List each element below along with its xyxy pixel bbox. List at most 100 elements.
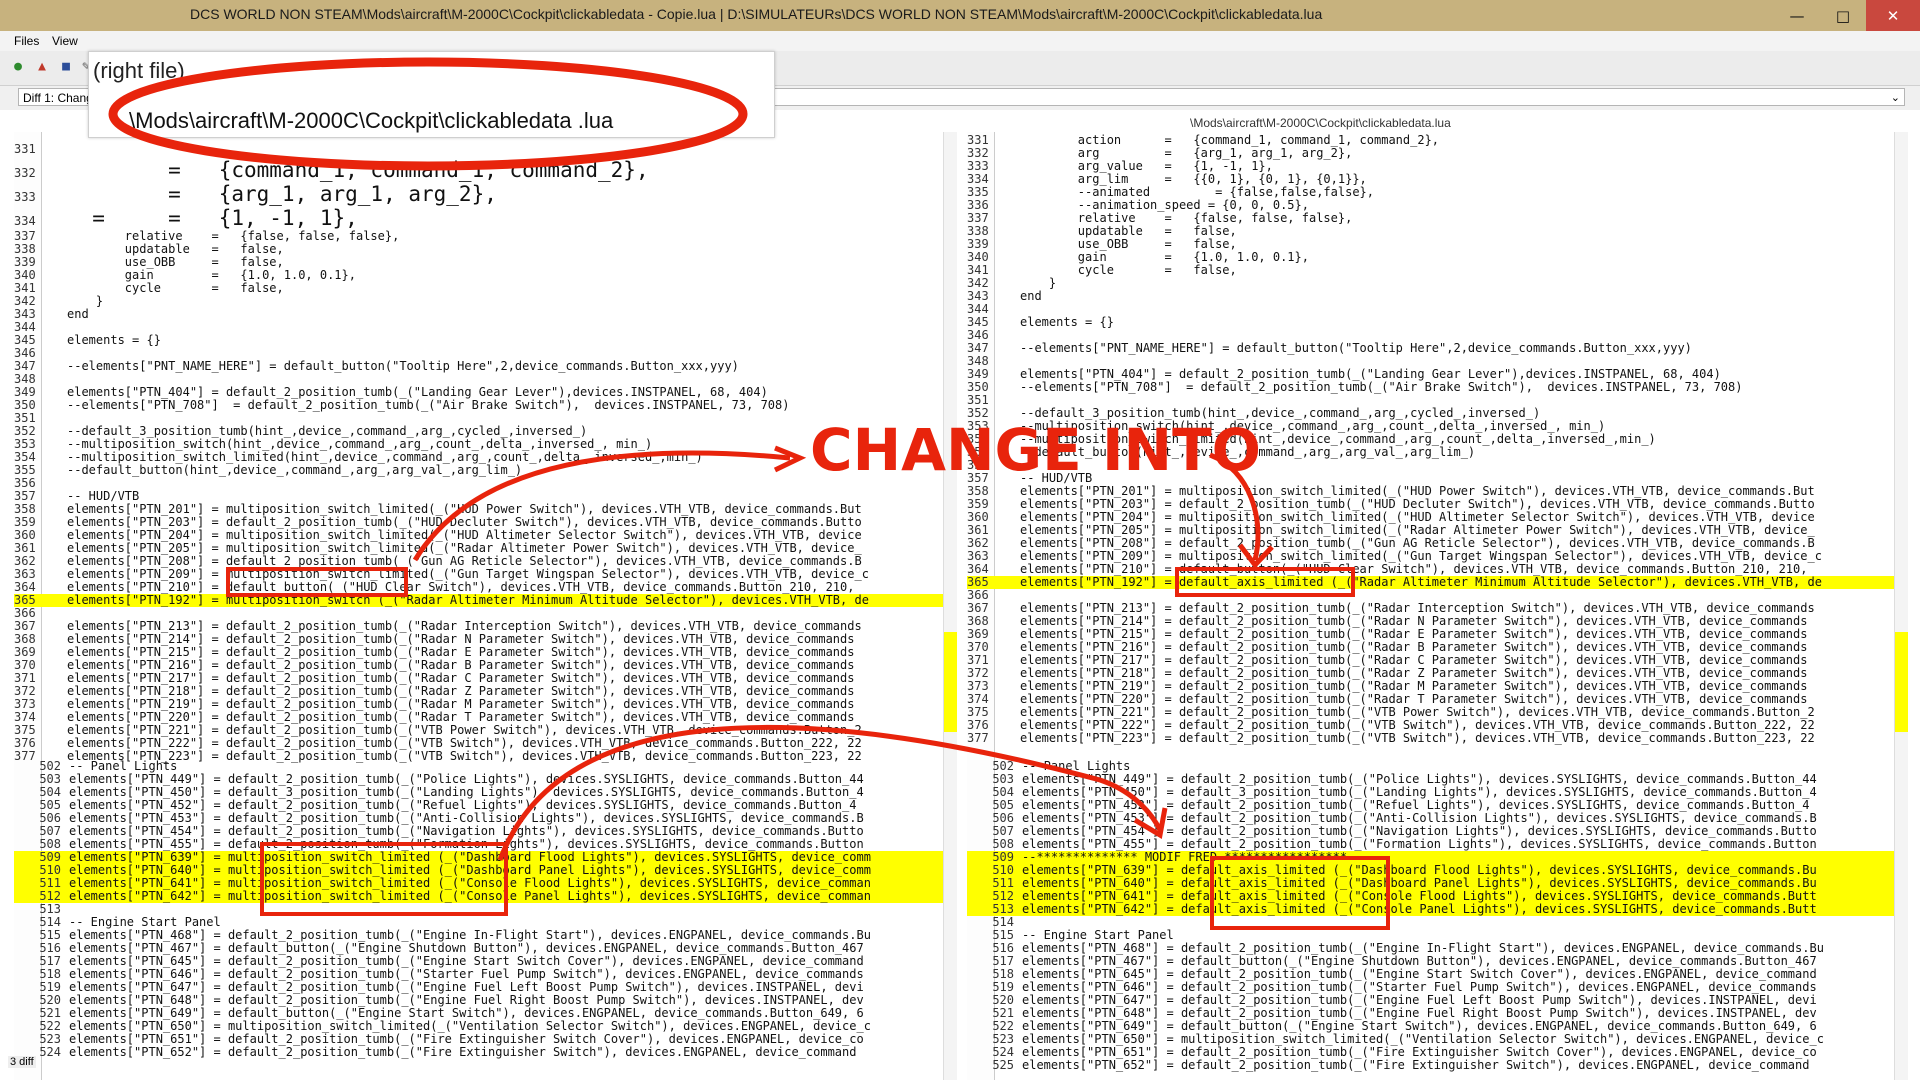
code-text: use_OBB = false, — [1020, 237, 1237, 251]
code-line[interactable]: 350 --elements["PTN_708"] = default_2_pos… — [967, 381, 1907, 394]
code-text: --elements["PNT_NAME_HERE"] = default_bu… — [67, 359, 739, 373]
code-text: -- Engine Start Panel — [1022, 928, 1174, 942]
code-line[interactable]: 334 = = {1, -1, 1}, — [14, 206, 954, 230]
right-editor-pane[interactable]: 331 action = {command_1, command_1, comm… — [967, 132, 1907, 1080]
code-line[interactable]: 345 elements = {} — [14, 334, 954, 347]
code-text: elements["PTN_450"] = default_3_position… — [1022, 785, 1817, 799]
diff-count-status: 3 diff — [8, 1056, 36, 1068]
code-text: --animated = {false,false,false}, — [1020, 185, 1375, 199]
code-text: elements["PTN_646"] = default_2_position… — [69, 967, 864, 981]
code-text: updatable = false, — [1020, 224, 1237, 238]
code-text: elements["PTN_213"] = default_2_position… — [67, 619, 862, 633]
code-text: elements["PTN_453"] = default_2_position… — [1022, 811, 1817, 825]
code-line[interactable]: 350 --elements["PTN_708"] = default_2_pos… — [14, 399, 954, 412]
code-text: elements["PTN_204"] = multiposition_swit… — [1020, 510, 1815, 524]
code-text: elements["PTN_467"] = default_button(_("… — [1022, 954, 1817, 968]
code-line[interactable]: 342 } — [967, 277, 1907, 290]
code-text: = = {1, -1, 1}, — [67, 206, 358, 230]
code-text: elements["PTN_645"] = default_2_position… — [69, 954, 864, 968]
code-line[interactable]: 512 elements["PTN_642"] = multiposition_s… — [14, 890, 954, 903]
code-text: = {command_1, command_1, command_2}, — [67, 158, 649, 182]
line-number: 377 — [967, 731, 989, 745]
code-text: elements["PTN_650"] = multiposition_swit… — [69, 1019, 871, 1033]
maximize-button[interactable]: □ — [1820, 0, 1866, 31]
close-button[interactable]: ✕ — [1866, 0, 1920, 31]
code-text: -- Engine Start Panel — [69, 915, 221, 929]
code-text: elements["PTN_404"] = default_2_position… — [67, 385, 768, 399]
code-line[interactable]: 332 = {command_1, command_1, command_2}, — [14, 158, 954, 182]
code-text: elements["PTN_455"] = default_2_position… — [1022, 837, 1817, 851]
code-text: elements["PTN_219"] = default_2_position… — [1020, 679, 1808, 693]
right-scrollbar[interactable] — [1894, 132, 1908, 1080]
code-line[interactable]: 341 cycle = false, — [967, 264, 1907, 277]
code-text: elements["PTN_215"] = default_2_position… — [67, 645, 855, 659]
code-text: elements["PTN_404"] = default_2_position… — [1020, 367, 1721, 381]
code-text: elements["PTN_449"] = default_2_position… — [1022, 772, 1817, 786]
code-text: elements["PTN_217"] = default_2_position… — [67, 671, 855, 685]
code-text: --default_3_position_tumb(hint_,device_,… — [67, 424, 588, 438]
code-line[interactable]: 347 --elements["PNT_NAME_HERE"] = default… — [967, 342, 1907, 355]
line-number: 525 — [992, 1058, 1014, 1072]
code-text: elements["PTN_642"] = multiposition_swit… — [69, 889, 871, 903]
minimize-button[interactable]: — — [1774, 0, 1820, 31]
code-text: elements["PTN_641"] = multiposition_swit… — [69, 876, 871, 890]
code-line[interactable]: 524 elements["PTN_652"] = default_2_posit… — [14, 1046, 954, 1059]
left-editor-pane[interactable]: 331 332 = {command_1, command_1, command_… — [14, 132, 954, 1080]
code-line[interactable]: 377 elements["PTN_223"] = default_2_posit… — [967, 732, 1907, 745]
code-text: elements["PTN_208"] = default_2_position… — [1020, 536, 1815, 550]
code-text: elements["PTN_205"] = multiposition_swit… — [1020, 523, 1815, 537]
code-text: elements["PTN_647"] = default_2_position… — [69, 980, 864, 994]
menu-view[interactable]: View — [52, 34, 78, 48]
open-icon[interactable]: ● — [10, 59, 26, 75]
code-text: elements["PTN_218"] = default_2_position… — [67, 684, 855, 698]
code-text: elements["PTN_651"] = default_2_position… — [1022, 1045, 1817, 1059]
code-text: --multiposition_switch(hint_,device_,com… — [67, 437, 653, 451]
code-text: relative = {false, false, false}, — [67, 229, 400, 243]
file-path-popup: (right file) \Mods\aircraft\M-2000C\Cock… — [88, 51, 775, 138]
code-text: elements["PTN_468"] = default_2_position… — [69, 928, 871, 942]
code-text: elements["PTN_222"] = default_2_position… — [1020, 718, 1815, 732]
code-line[interactable]: 365 elements["PTN_192"] = multiposition_s… — [14, 594, 954, 607]
reload-icon[interactable]: ▲ — [34, 59, 50, 75]
code-line[interactable]: 356 — [967, 459, 1907, 472]
left-scrollbar[interactable] — [943, 132, 957, 1080]
code-text: elements["PTN_214"] = default_2_position… — [1020, 614, 1808, 628]
code-text: --multiposition_switch_limited(hint_,dev… — [67, 450, 703, 464]
code-line[interactable]: 343 end — [967, 290, 1907, 303]
code-line[interactable]: 345 elements = {} — [967, 316, 1907, 329]
code-text: elements["PTN_192"] = multiposition_swit… — [67, 593, 869, 607]
code-text: elements["PTN_204"] = multiposition_swit… — [67, 528, 862, 542]
code-text: elements["PTN_651"] = default_2_position… — [69, 1032, 864, 1046]
code-line[interactable]: 355 --default_button(hint_,device_,comman… — [967, 446, 1907, 459]
code-line[interactable]: 341 cycle = false, — [14, 282, 954, 295]
code-line[interactable]: 355 --default_button(hint_,device_,comman… — [14, 464, 954, 477]
code-text: = {arg_1, arg_1, arg_2}, — [67, 182, 497, 206]
code-line[interactable]: 347 --elements["PNT_NAME_HERE"] = default… — [14, 360, 954, 373]
menu-files[interactable]: Files — [14, 34, 39, 48]
title-bar: DCS WORLD NON STEAM\Mods\aircraft\M-2000… — [0, 0, 1920, 32]
code-text: elements["PTN_201"] = multiposition_swit… — [67, 502, 862, 516]
code-text: elements["PTN_217"] = default_2_position… — [1020, 653, 1808, 667]
code-line[interactable]: 513 elements["PTN_642"] = default_axis_li… — [967, 903, 1907, 916]
code-text: elements["PTN_220"] = default_2_position… — [67, 710, 855, 724]
code-text: elements["PTN_652"] = default_2_position… — [69, 1045, 857, 1059]
menu-bar: Files View — [0, 31, 1920, 51]
code-line[interactable]: 365 elements["PTN_192"] = default_axis_li… — [967, 576, 1907, 589]
code-text: elements["PTN_216"] = default_2_position… — [1020, 640, 1808, 654]
code-text: -- HUD/VTB — [1020, 471, 1093, 485]
code-line[interactable]: 343 end — [14, 308, 954, 321]
code-text: cycle = false, — [1020, 263, 1237, 277]
code-line[interactable]: 525 elements["PTN_652"] = default_2_posit… — [967, 1059, 1907, 1072]
save-icon[interactable]: ■ — [58, 59, 74, 75]
code-line[interactable]: 333 = {arg_1, arg_1, arg_2}, — [14, 182, 954, 206]
code-line[interactable]: 342 } — [14, 295, 954, 308]
code-line[interactable]: 356 — [14, 477, 954, 490]
code-text: elements["PTN_219"] = default_2_position… — [67, 697, 855, 711]
right-file-path-header: \Mods\aircraft\M-2000C\Cockpit\clickable… — [1190, 116, 1451, 130]
code-text: --multiposition_switch(hint_,device_,com… — [1020, 419, 1606, 433]
